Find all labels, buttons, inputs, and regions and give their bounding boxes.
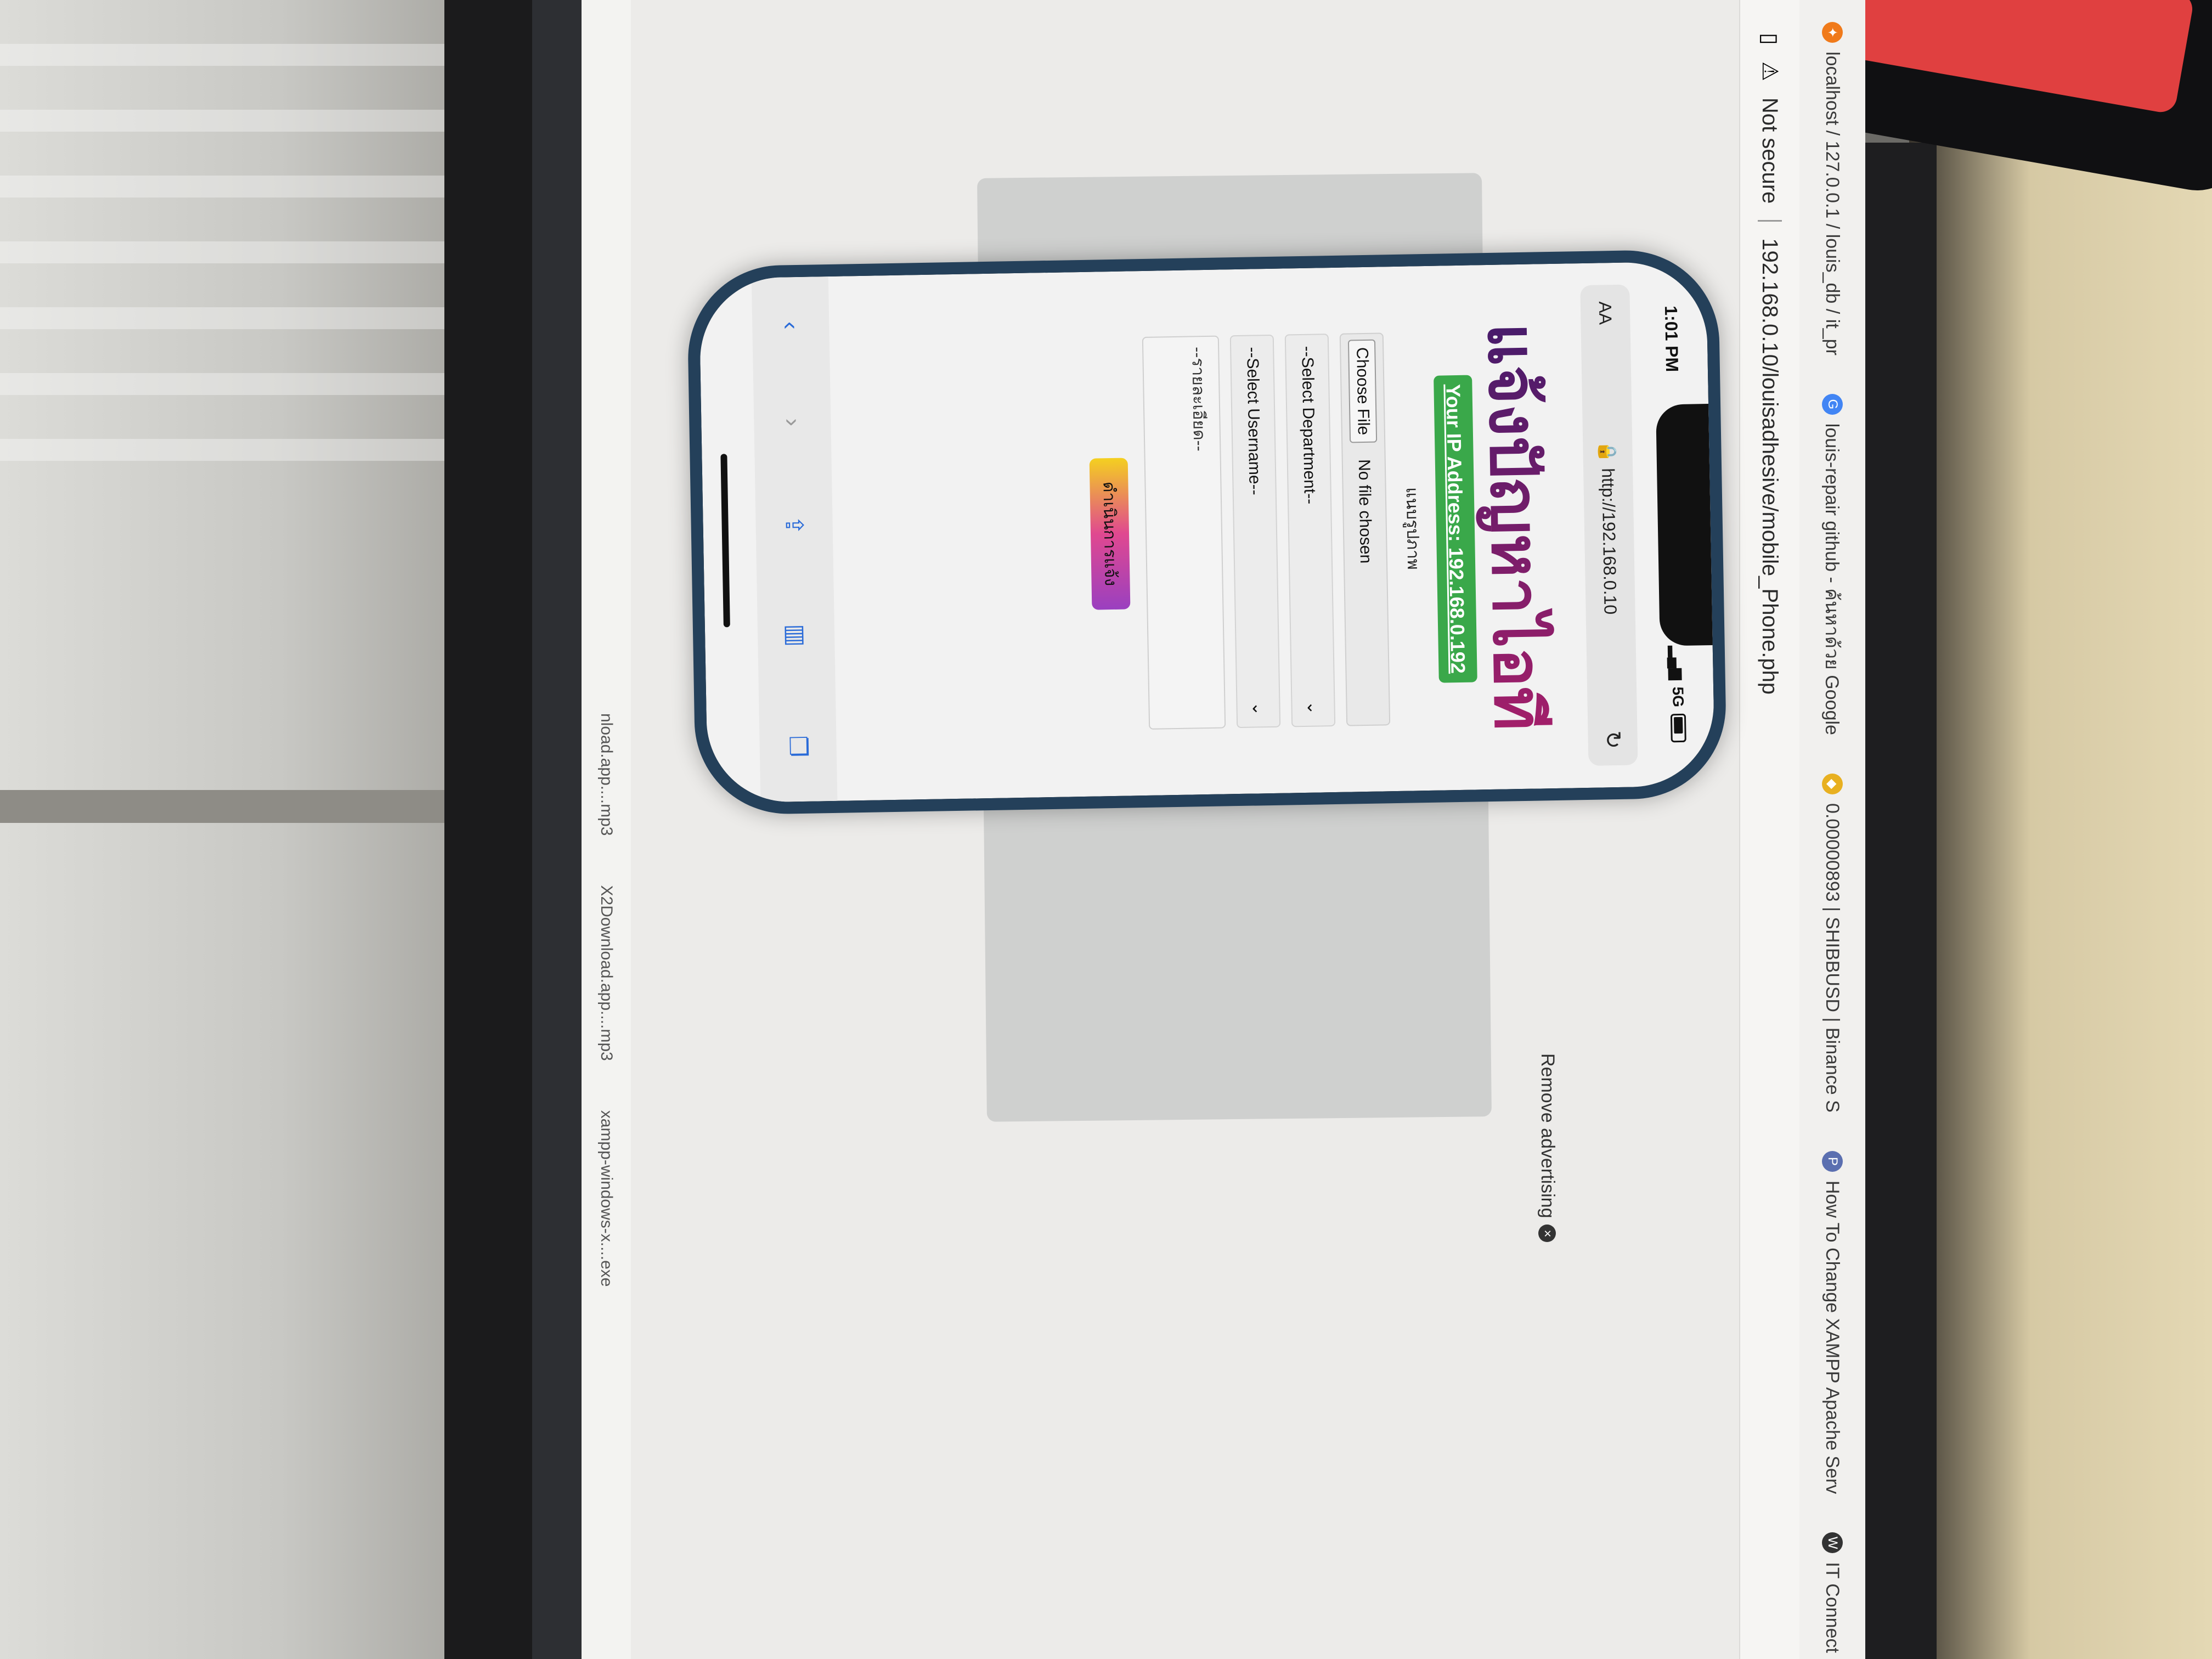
bookmark-label: How To Change XAMPP Apache Serv [1822,1180,1843,1494]
phone-url[interactable]: 🔒 http://192.168.0.10 [1597,441,1621,614]
phone-screen: 1:01 PM ▂▄▆ 5G AA 🔒 http://192.168.0.10 … [698,261,1716,803]
details-textarea[interactable]: --รายละเอียด-- [1142,335,1226,730]
bookmark-item[interactable]: ✦ localhost / 127.0.0.1 / louis_db / it_… [1822,22,1843,356]
address-bar[interactable]: ▯ ⚠ Not secure 192.168.0.10/louisadhesiv… [1739,0,1799,1659]
page-content: Remove advertising × [532,0,1739,1659]
network-label: 5G [1669,686,1687,708]
window-frame [0,790,466,823]
home-indicator [720,454,730,628]
window-blind [0,439,466,461]
monitor-bezel-bottom [1860,143,1937,1659]
safari-toolbar: ‹ › ⇪ ▥ ❐ [751,276,838,803]
username-select-value: --Select Username-- [1243,347,1264,495]
phone-ui: 1:01 PM ▂▄▆ 5G AA 🔒 http://192.168.0.10 … [698,261,1716,803]
downloads-bar: nload.app....mp3 X2Download.app....mp3 x… [582,0,631,1659]
warning-icon: ⚠ [1758,61,1782,81]
department-select[interactable]: --Select Department-- ⌄ [1284,334,1336,727]
bookmark-item[interactable]: P How To Change XAMPP Apache Serv [1822,1150,1843,1494]
bookmark-item[interactable]: W IT Connect [1822,1532,1843,1653]
bookmark-star-icon[interactable]: ▯ [1757,33,1782,45]
google-icon: G [1822,393,1843,415]
signal-icon: ▂▄▆ [1668,645,1686,680]
file-status: No file chosen [1355,459,1375,564]
bookmarks-icon[interactable]: ▥ [782,624,810,647]
username-select[interactable]: --Select Username-- ⌄ [1229,334,1281,729]
security-label: Not secure [1758,97,1782,204]
bookmarks-bar: ✦ localhost / 127.0.0.1 / louis_db / it_… [1799,0,1865,1659]
download-item[interactable]: xampp-windows-x....exe [597,1110,616,1287]
window-blind [0,373,466,395]
forward-icon[interactable]: › [778,418,806,427]
lock-icon: 🔒 [1598,441,1618,463]
reader-aa-button[interactable]: AA [1595,301,1616,325]
chevron-down-icon: ⌄ [1304,701,1323,715]
php-icon: P [1822,1150,1843,1172]
binance-icon: ◆ [1822,773,1843,794]
monitor-bezel-top [444,0,532,1659]
window-blind [0,44,466,66]
tabs-icon[interactable]: ❐ [784,735,812,757]
chevron-down-icon: ⌄ [1249,701,1268,716]
department-select-value: --Select Department-- [1298,346,1319,505]
phone-url-text: http://192.168.0.10 [1598,467,1621,615]
reload-icon[interactable]: ↻ [1600,730,1626,749]
windows-taskbar [532,0,582,1659]
back-icon[interactable]: ‹ [777,321,804,330]
ip-address-badge: Your IP Address: 192.168.0.192 [1434,375,1477,683]
bookmark-label: louis-repair github - ค้นหาด้วย Google [1821,423,1842,735]
attach-image-label: แนบรูปภาพ [1402,487,1423,570]
room-background-window [0,0,466,1659]
bookmark-item[interactable]: ◆ 0.00000893 | SHIBBUSD | Binance S [1822,773,1843,1113]
share-icon[interactable]: ⇪ [780,515,809,535]
wordpress-icon: W [1822,1532,1843,1554]
url-text[interactable]: 192.168.0.10/louisadhesive/mobile_Phone.… [1758,238,1782,695]
download-item[interactable]: nload.app....mp3 [597,713,616,836]
remove-advertising-link[interactable]: Remove advertising × [1537,1053,1558,1243]
safari-url-bar[interactable]: AA 🔒 http://192.168.0.10 ↻ [1580,284,1638,766]
battery-icon [1670,713,1686,743]
window-blind [0,241,466,263]
bookmark-label: localhost / 127.0.0.1 / louis_db / it_pr [1822,52,1843,356]
window-blind [0,110,466,132]
status-time: 1:01 PM [1661,305,1683,373]
window-blind [0,307,466,329]
bookmark-label: IT Connect [1822,1562,1843,1653]
close-icon[interactable]: × [1538,1224,1556,1243]
file-input[interactable]: Choose File No file chosen [1339,332,1391,726]
xampp-icon: ✦ [1822,22,1843,43]
monitor-screen: ✦ localhost / 127.0.0.1 / louis_db / it_… [532,0,1865,1659]
desk-surface [1909,0,2212,1659]
address-divider [1758,220,1782,222]
status-indicators: ▂▄▆ 5G [1668,646,1688,743]
page-title: แจ้งปัญหาไอที [1459,264,1573,790]
submit-button[interactable]: ดำเนินการแจ้ง [1089,458,1131,610]
remove-advertising-label: Remove advertising [1537,1053,1558,1218]
status-bar: 1:01 PM ▂▄▆ 5G [1635,261,1716,787]
download-item[interactable]: X2Download.app....mp3 [597,885,616,1061]
smartphone: 1:01 PM ▂▄▆ 5G AA 🔒 http://192.168.0.10 … [686,249,1728,816]
choose-file-button[interactable]: Choose File [1347,339,1378,443]
window-blind [0,176,466,198]
bookmark-item[interactable]: G louis-repair github - ค้นหาด้วย Google [1818,393,1847,735]
bookmark-label: 0.00000893 | SHIBBUSD | Binance S [1822,803,1843,1113]
